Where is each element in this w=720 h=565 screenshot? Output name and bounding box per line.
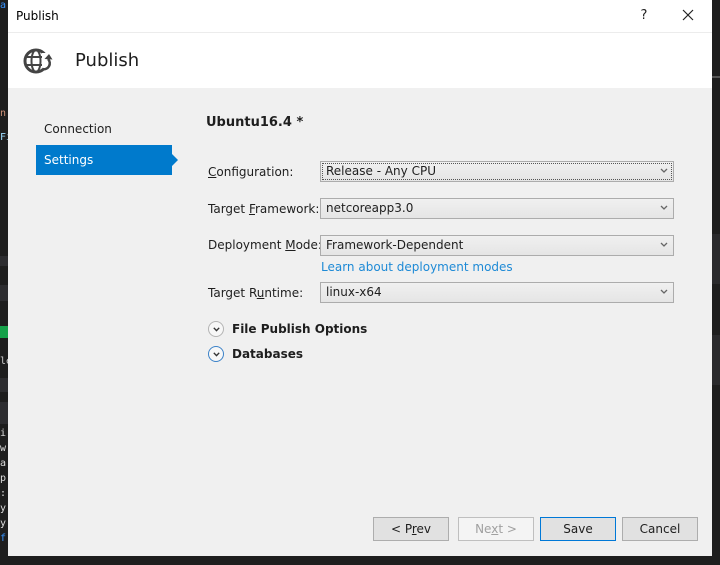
- background-panel: [712, 335, 720, 385]
- background-text: a: [0, 458, 7, 469]
- background-text: :: [0, 488, 7, 499]
- background-status: [0, 326, 8, 338]
- background-text: Fi: [0, 132, 8, 143]
- background-panel: [0, 285, 8, 301]
- chevron-down-circle-icon: [208, 346, 224, 362]
- background-panel: [712, 234, 720, 284]
- background-text: f: [0, 533, 7, 544]
- configuration-label: Configuration:: [208, 165, 294, 179]
- background-panel: [0, 256, 8, 266]
- save-button[interactable]: Save: [540, 517, 616, 541]
- background-panel: [0, 402, 8, 424]
- deployment-mode-select[interactable]: Framework-Dependent: [320, 235, 674, 256]
- background-panel: [712, 76, 720, 78]
- prev-button[interactable]: < Prev: [373, 517, 449, 541]
- background-bottom: [0, 556, 720, 565]
- chevron-down-icon: [660, 289, 668, 294]
- chevron-down-circle-icon: [208, 321, 224, 337]
- title-bar: Publish ?: [8, 0, 712, 32]
- dialog-header: Publish: [8, 32, 712, 88]
- sidebar-item-label: Settings: [44, 153, 94, 167]
- globe-publish-icon: [23, 48, 54, 74]
- chevron-down-icon: [660, 205, 668, 210]
- deployment-modes-link[interactable]: Learn about deployment modes: [321, 260, 513, 274]
- file-publish-options-label: File Publish Options: [232, 322, 368, 336]
- page-title: Publish: [75, 50, 140, 71]
- background-text: le: [0, 356, 8, 367]
- target-framework-label: Target Framework:: [208, 202, 320, 216]
- background-text: i: [0, 428, 7, 439]
- databases-label: Databases: [232, 347, 304, 361]
- sidebar-item-label: Connection: [44, 122, 112, 136]
- background-text: w: [0, 443, 7, 454]
- target-runtime-value: linux-x64: [326, 285, 382, 299]
- close-icon: [682, 9, 694, 21]
- deployment-mode-value: Framework-Dependent: [326, 238, 464, 252]
- background-text: a: [0, 0, 7, 11]
- background-editor-right: [712, 0, 720, 565]
- help-button[interactable]: ?: [632, 4, 656, 28]
- background-text: y: [0, 503, 7, 514]
- sidebar-item-settings[interactable]: Settings: [36, 145, 178, 175]
- profile-name: Ubuntu16.4 *: [206, 115, 304, 130]
- background-text: p: [0, 473, 7, 484]
- background-text: n: [0, 108, 7, 119]
- background-panel: [0, 378, 8, 392]
- configuration-value: Release - Any CPU: [326, 164, 436, 178]
- publish-dialog: Publish ? Publish Connection Settings Ub…: [8, 0, 712, 556]
- configuration-select[interactable]: Release - Any CPU: [320, 161, 674, 182]
- deployment-mode-label: Deployment Mode:: [208, 238, 322, 252]
- chevron-down-icon: [660, 242, 668, 247]
- close-button[interactable]: [676, 4, 700, 28]
- chevron-down-icon: [660, 168, 668, 173]
- next-button[interactable]: Next >: [458, 517, 534, 541]
- target-runtime-select[interactable]: linux-x64: [320, 282, 674, 303]
- target-framework-select[interactable]: netcoreapp3.0: [320, 198, 674, 219]
- background-editor-edge: a n Fi le i w a p : y y f: [0, 0, 8, 565]
- background-text: y: [0, 518, 7, 529]
- window-title: Publish: [16, 9, 59, 23]
- sidebar-nav: Connection Settings: [36, 114, 178, 176]
- sidebar-item-connection[interactable]: Connection: [36, 114, 164, 144]
- target-framework-value: netcoreapp3.0: [326, 201, 414, 215]
- target-runtime-label: Target Runtime:: [208, 286, 304, 300]
- cancel-button[interactable]: Cancel: [622, 517, 698, 541]
